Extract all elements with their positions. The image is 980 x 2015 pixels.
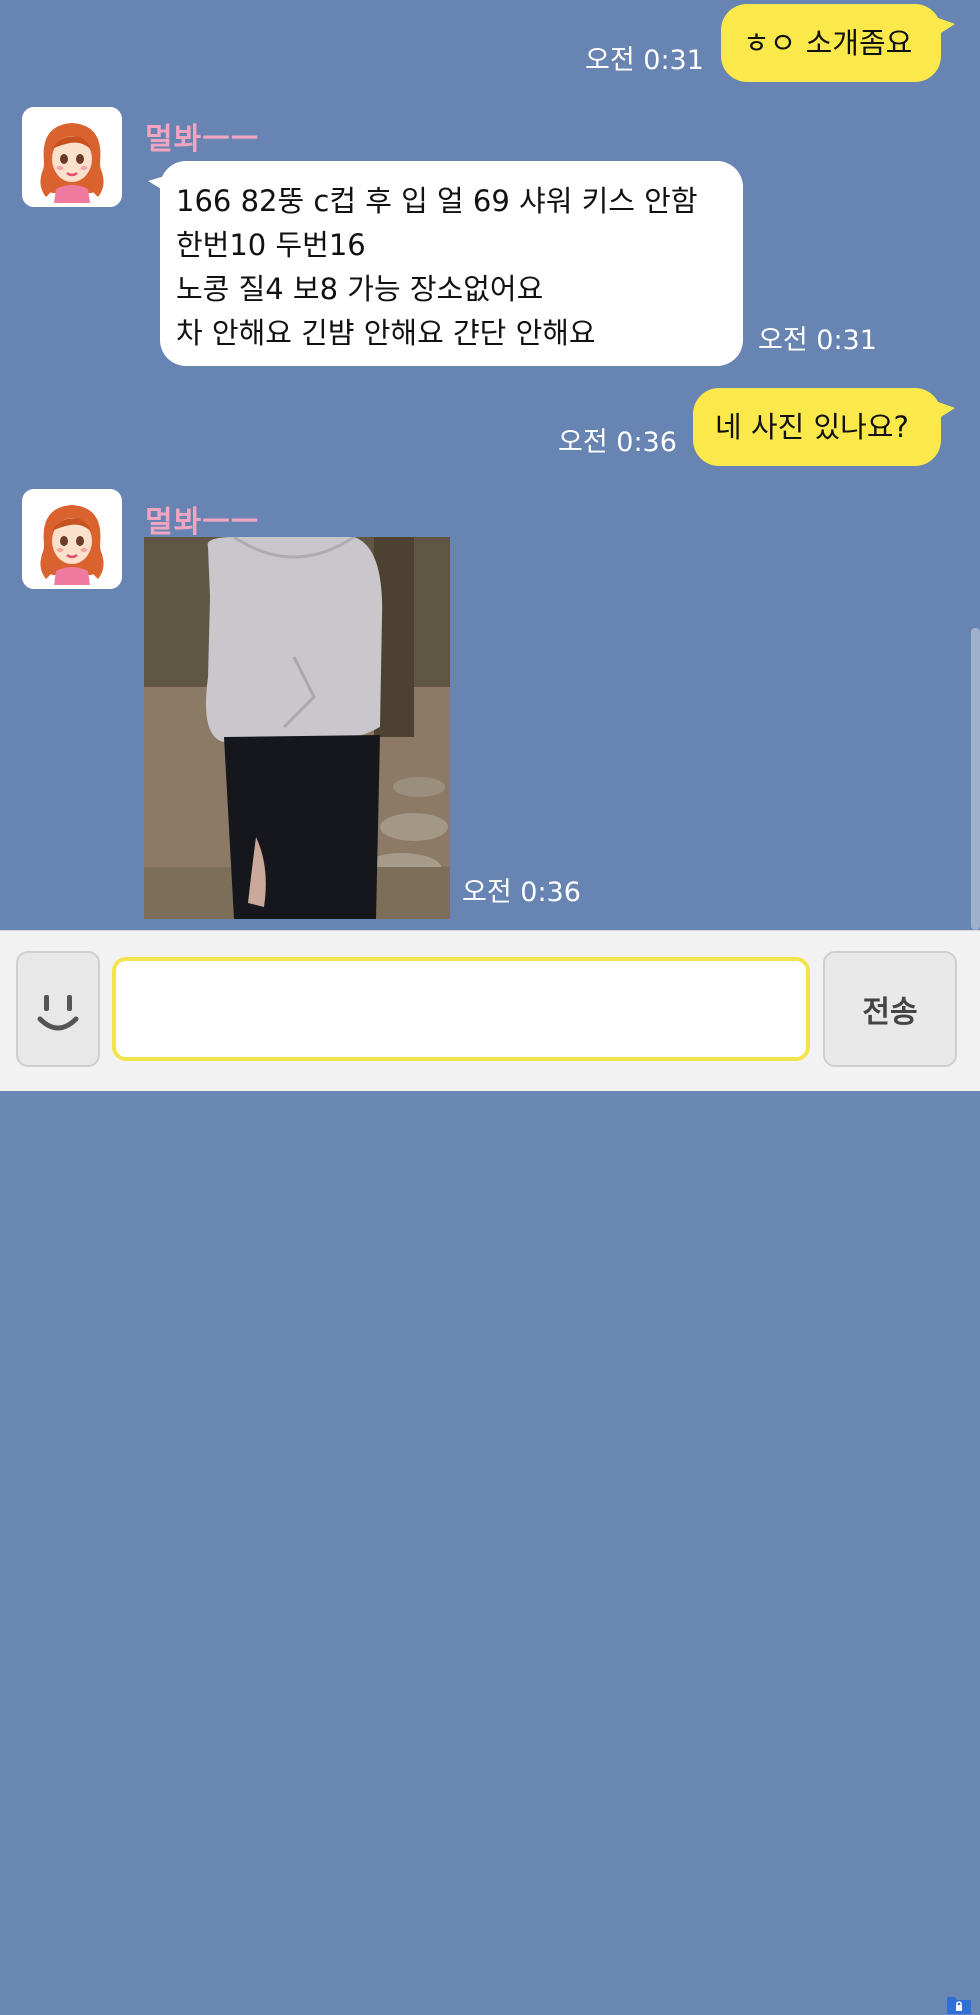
my-message-bubble[interactable]: ㅎㅇ 소개좀요 [721,4,955,82]
emoji-button[interactable] [16,951,100,1067]
message-input[interactable] [112,957,810,1061]
message-time: 오전 0:36 [462,877,581,908]
message-time: 오전 0:31 [758,325,877,356]
my-message-bubble[interactable]: 네 사진 있나요? [693,388,955,466]
avatar-girl-icon [40,505,104,585]
input-bar: 전송 [0,930,980,2014]
message-time: 오전 0:36 [558,427,677,458]
sender-avatar[interactable] [22,107,122,207]
smiley-face-icon [37,995,79,1031]
sender-name: 멀봐ㅡㅡ [145,505,260,540]
avatar-girl-icon [40,123,104,203]
photo-message[interactable] [144,537,450,919]
sender-avatar[interactable] [22,489,122,589]
message-time: 오전 0:31 [585,45,704,76]
folder-lock-icon[interactable] [946,1993,972,2015]
photo-thumbnail [144,537,450,919]
send-button[interactable]: 전송 [823,951,957,1067]
scrollbar[interactable] [971,628,980,930]
sender-name: 멀봐ㅡㅡ [145,122,260,157]
chat-area[interactable]: 오전 0:31 ㅎㅇ 소개좀요 멀봐ㅡㅡ 166 82뚱 c컵 후 입 얼 69… [0,0,980,930]
their-message-bubble[interactable]: 166 82뚱 c컵 후 입 얼 69 샤워 키스 안함 한번10 두번16 노… [148,161,743,366]
